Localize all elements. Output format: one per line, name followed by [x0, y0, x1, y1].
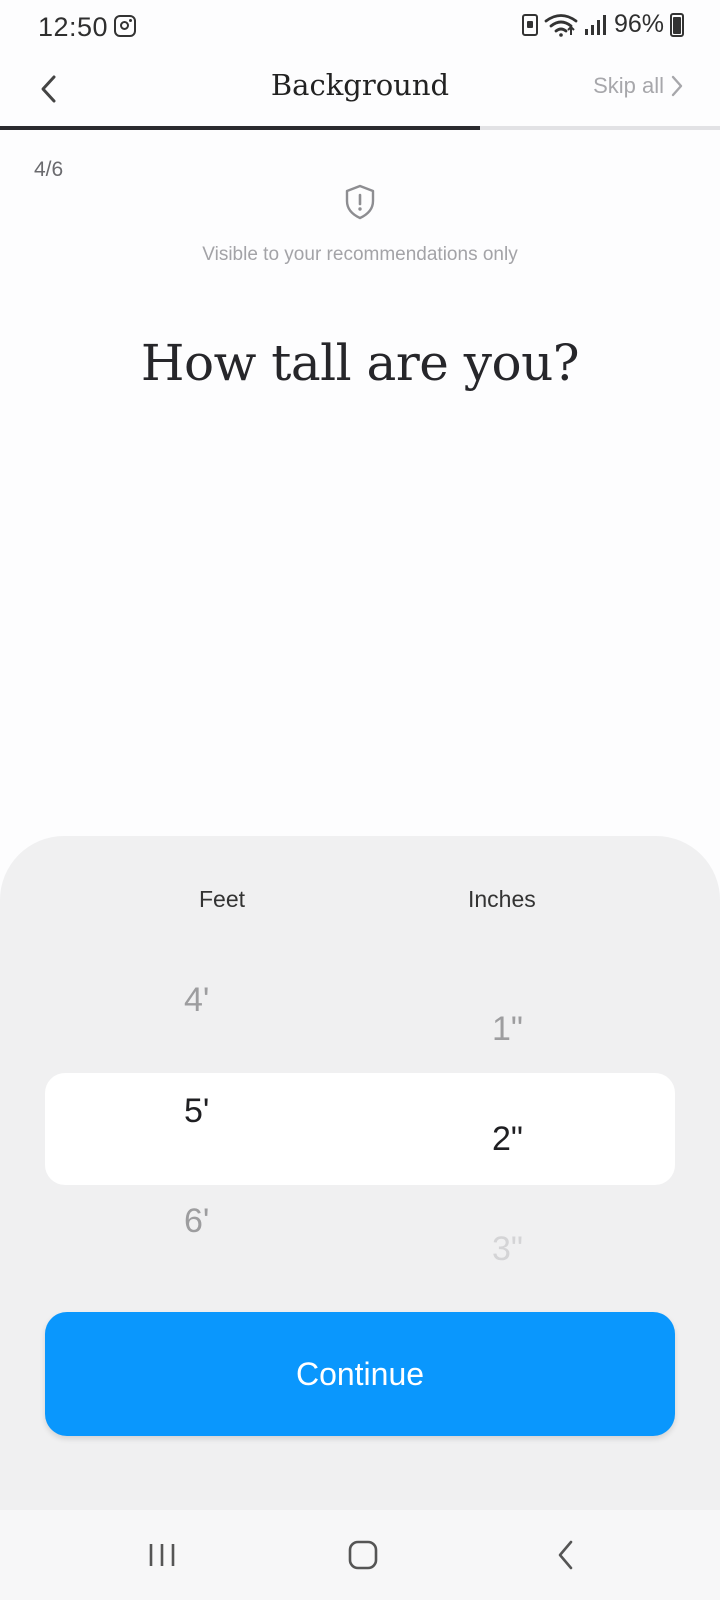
screen: 12:50 96% Background Skip all 4/6 Visibl… — [0, 0, 720, 1600]
progress-fill — [0, 126, 481, 130]
question-heading: How tall are you? — [140, 334, 580, 392]
skip-all-button[interactable]: Skip all — [593, 73, 684, 99]
back-arrow-icon — [558, 1540, 573, 1570]
battery-percent: 96% — [613, 10, 664, 38]
status-bar: 12:50 96% — [0, 0, 720, 54]
home-icon — [348, 1540, 378, 1570]
signal-icon — [584, 14, 606, 35]
visibility-note: Visible to your recommendations only — [202, 244, 518, 265]
feet-column-label: Feet — [199, 886, 246, 912]
battery-charging-icon — [670, 12, 684, 37]
system-nav-bar — [0, 1510, 720, 1600]
height-picker-sheet: Feet Inches 4' 5' 6' 1" 2" 3" Continue — [0, 836, 720, 1510]
home-button[interactable] — [333, 1530, 393, 1580]
progress-bar — [0, 126, 720, 130]
picker-selection-highlight — [45, 1073, 675, 1185]
continue-button[interactable]: Continue — [45, 1312, 675, 1436]
inches-option-selected[interactable]: 2" — [492, 1120, 523, 1159]
header: Background Skip all — [0, 54, 720, 130]
instagram-icon — [114, 15, 136, 37]
feet-option[interactable]: 4' — [184, 981, 209, 1020]
recents-icon — [149, 1544, 175, 1566]
battery-saver-icon — [521, 13, 538, 36]
status-time: 12:50 — [38, 12, 109, 42]
step-counter: 4/6 — [34, 158, 64, 181]
feet-option-selected[interactable]: 5' — [184, 1092, 209, 1131]
inches-option[interactable]: 1" — [492, 1010, 523, 1049]
status-icons: 96% — [521, 10, 684, 39]
shield-alert-icon — [345, 184, 375, 220]
chevron-right-icon — [671, 75, 683, 97]
system-back-button[interactable] — [536, 1530, 596, 1580]
feet-option[interactable]: 6' — [184, 1202, 209, 1241]
inches-option[interactable]: 3" — [492, 1230, 523, 1269]
recents-button[interactable] — [132, 1530, 192, 1580]
inches-column-label: Inches — [468, 886, 536, 912]
wifi-icon — [544, 13, 578, 37]
skip-all-label: Skip all — [593, 73, 664, 98]
